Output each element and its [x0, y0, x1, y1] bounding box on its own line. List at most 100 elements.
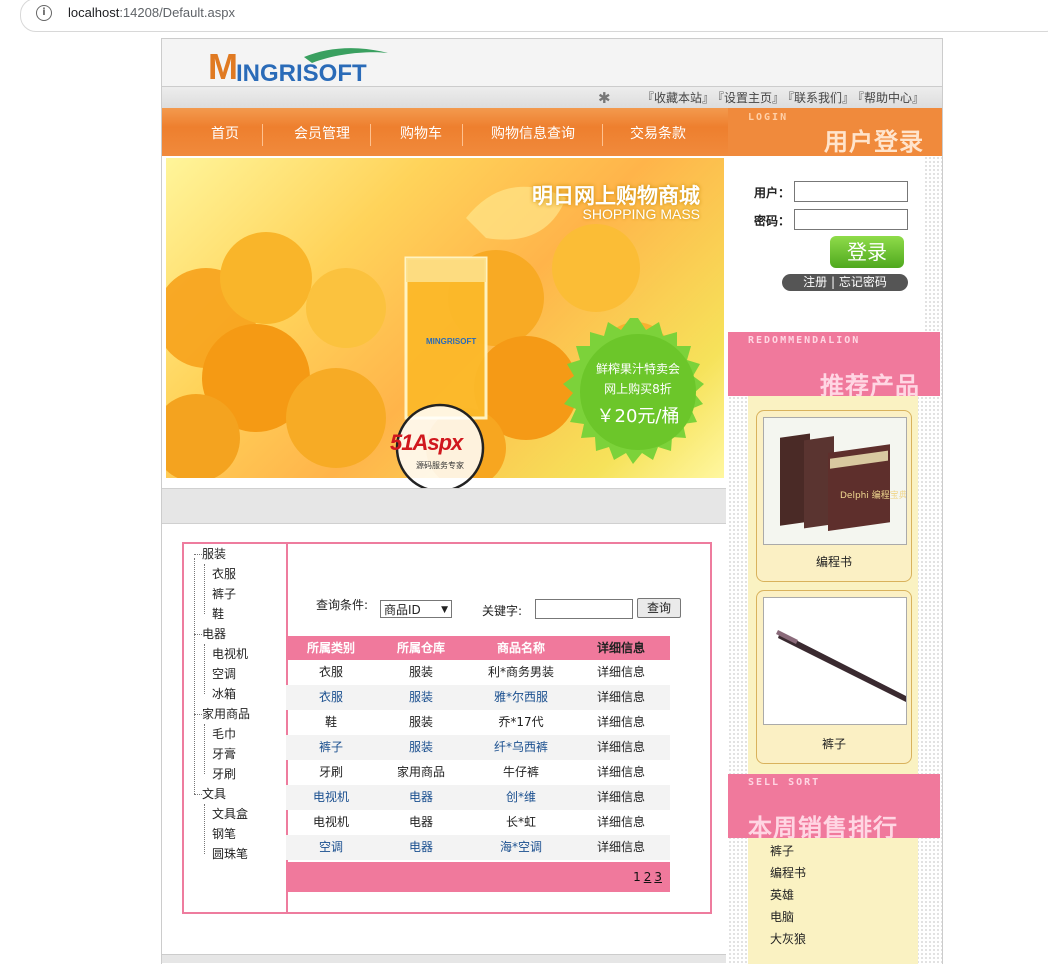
nav-divider: [370, 124, 371, 146]
product-section: 服装 衣服 裤子 鞋 电器 电视机 空调 冰箱 家用商品 毛巾 牙膏 牙刷 文具…: [182, 542, 712, 914]
table-header: 所属类别 所属仓库 商品名称 详细信息: [286, 636, 670, 660]
keyword-input[interactable]: [535, 599, 633, 619]
cell-category: 空调: [318, 840, 343, 854]
cell-warehouse: 电器: [408, 790, 433, 804]
svg-text:Delphi 编程宝典: Delphi 编程宝典: [840, 489, 907, 501]
login-header-cn: 用户登录: [824, 128, 924, 156]
nav-cart[interactable]: 购物车: [380, 108, 462, 156]
tree-connector: [194, 794, 202, 795]
cell-category: 衣服: [318, 665, 343, 679]
tree-leaf[interactable]: 电视机: [212, 644, 248, 664]
sales-rank-item[interactable]: 编程书: [770, 862, 806, 884]
link-help[interactable]: 『帮助中心』: [858, 91, 924, 105]
search-condition-select[interactable]: 商品ID ▼: [380, 600, 452, 618]
table-row: 衣服 服装 利*商务男装 详细信息: [286, 660, 670, 685]
top-links: 『收藏本站』 『设置主页』 『联系我们』 『帮助中心』: [638, 87, 924, 109]
tree-leaf[interactable]: 冰箱: [212, 684, 236, 704]
top-link-bar: ✱ 『收藏本站』 『设置主页』 『联系我们』 『帮助中心』: [162, 86, 942, 110]
tree-leaf[interactable]: 牙膏: [212, 744, 236, 764]
browser-address-bar: i localhost:14208/Default.aspx: [0, 0, 1048, 32]
detail-link[interactable]: 详细信息: [576, 710, 666, 734]
sales-rank-header-en: SELL SORT: [748, 777, 821, 788]
password-label: 密码：: [754, 214, 791, 228]
login-header-en: LOGIN: [748, 112, 789, 123]
cell-product-name: 创*维: [505, 790, 536, 804]
tree-connector: [204, 644, 205, 694]
search-condition-value: 商品ID: [384, 603, 421, 617]
chevron-down-icon: ▼: [441, 605, 448, 615]
link-set-homepage[interactable]: 『设置主页』: [718, 91, 784, 105]
promo-line-2: 网上购买8折: [604, 382, 672, 396]
cell-category: 电视机: [312, 815, 349, 829]
nav-divider: [602, 124, 603, 146]
recommend-name[interactable]: 裤子: [757, 735, 911, 752]
login-button[interactable]: 登录: [830, 236, 904, 268]
account-links: 注册 | 忘记密码: [782, 274, 908, 291]
detail-link[interactable]: 详细信息: [576, 760, 666, 784]
tree-connector: [194, 714, 202, 715]
cell-warehouse: 电器: [408, 815, 433, 829]
nav-divider: [262, 124, 263, 146]
tree-node-electronics[interactable]: 电器: [202, 624, 226, 644]
sales-rank-item[interactable]: 大灰狼: [770, 928, 806, 950]
page-3-link[interactable]: 3: [654, 870, 662, 884]
address-url[interactable]: localhost:14208/Default.aspx: [68, 5, 235, 20]
page: M INGRISOFT ✱ 『收藏本站』 『设置主页』 『联系我们』 『帮助中心』 首…: [161, 38, 943, 964]
svg-text:INGRISOFT: INGRISOFT: [236, 60, 367, 85]
category-tree: 服装 衣服 裤子 鞋 电器 电视机 空调 冰箱 家用商品 毛巾 牙膏 牙刷 文具…: [184, 544, 288, 912]
tree-leaf[interactable]: 钢笔: [212, 824, 236, 844]
recommend-name[interactable]: 编程书: [757, 553, 911, 570]
register-link[interactable]: 注册: [803, 275, 827, 289]
link-divider: |: [830, 275, 836, 289]
detail-link[interactable]: 详细信息: [576, 835, 666, 859]
column-header: 所属类别: [306, 641, 355, 655]
svg-text:M: M: [208, 46, 238, 85]
detail-link[interactable]: 详细信息: [576, 660, 666, 684]
page-2-link[interactable]: 2: [644, 870, 652, 884]
link-bookmark[interactable]: 『收藏本站』: [642, 91, 714, 105]
recommend-header-en: REDOMMENDALION: [748, 335, 861, 346]
tree-node-clothing[interactable]: 服装: [202, 544, 226, 564]
info-icon[interactable]: i: [36, 5, 52, 21]
tree-leaf[interactable]: 裤子: [212, 584, 236, 604]
detail-link[interactable]: 详细信息: [576, 810, 666, 834]
table-row: 衣服 服装 雅*尔西服 详细信息: [286, 685, 670, 710]
cell-warehouse: 家用商品: [396, 765, 445, 779]
sales-rank-item[interactable]: 电脑: [770, 906, 794, 928]
product-table: 所属类别 所属仓库 商品名称 详细信息 衣服 服装 利*商务男装 详细信息 衣服…: [286, 636, 670, 860]
nav-divider: [462, 124, 463, 146]
tree-node-stationery[interactable]: 文具: [202, 784, 226, 804]
tree-leaf[interactable]: 空调: [212, 664, 236, 684]
password-input[interactable]: [794, 209, 908, 230]
table-row: 鞋 服装 乔*17代 详细信息: [286, 710, 670, 735]
tree-leaf[interactable]: 文具盒: [212, 804, 248, 824]
sales-rank-item[interactable]: 英雄: [770, 884, 794, 906]
search-button[interactable]: 查询: [637, 598, 681, 618]
tree-leaf[interactable]: 圆珠笔: [212, 844, 248, 864]
tree-node-household[interactable]: 家用商品: [202, 704, 250, 724]
recommend-card[interactable]: Delphi 编程宝典 编程书: [756, 410, 912, 582]
keyword-label: 关键字:: [482, 604, 523, 618]
sales-rank-header: SELL SORT 本周销售排行: [728, 774, 940, 842]
detail-link[interactable]: 详细信息: [576, 685, 666, 709]
pager: 123: [286, 862, 670, 892]
forgot-password-link[interactable]: 忘记密码: [839, 275, 887, 289]
username-input[interactable]: [794, 181, 908, 202]
tree-leaf[interactable]: 鞋: [212, 604, 224, 624]
tree-connector: [204, 804, 205, 854]
nav-terms[interactable]: 交易条款: [610, 108, 706, 156]
sales-rank-item[interactable]: 裤子: [770, 840, 794, 862]
nav-order-query[interactable]: 购物信息查询: [474, 108, 592, 156]
nav-home[interactable]: 首页: [190, 108, 260, 156]
tree-leaf[interactable]: 毛巾: [212, 724, 236, 744]
detail-link[interactable]: 详细信息: [576, 735, 666, 759]
table-row: 空调 电器 海*空调 详细信息: [286, 835, 670, 860]
recommend-card[interactable]: 裤子: [756, 590, 912, 764]
link-contact[interactable]: 『联系我们』: [788, 91, 854, 105]
section-band: [162, 488, 726, 524]
tree-leaf[interactable]: 牙刷: [212, 764, 236, 784]
tree-leaf[interactable]: 衣服: [212, 564, 236, 584]
nav-member[interactable]: 会员管理: [274, 108, 370, 156]
detail-link[interactable]: 详细信息: [576, 785, 666, 809]
column-header: 所属仓库: [396, 641, 445, 655]
